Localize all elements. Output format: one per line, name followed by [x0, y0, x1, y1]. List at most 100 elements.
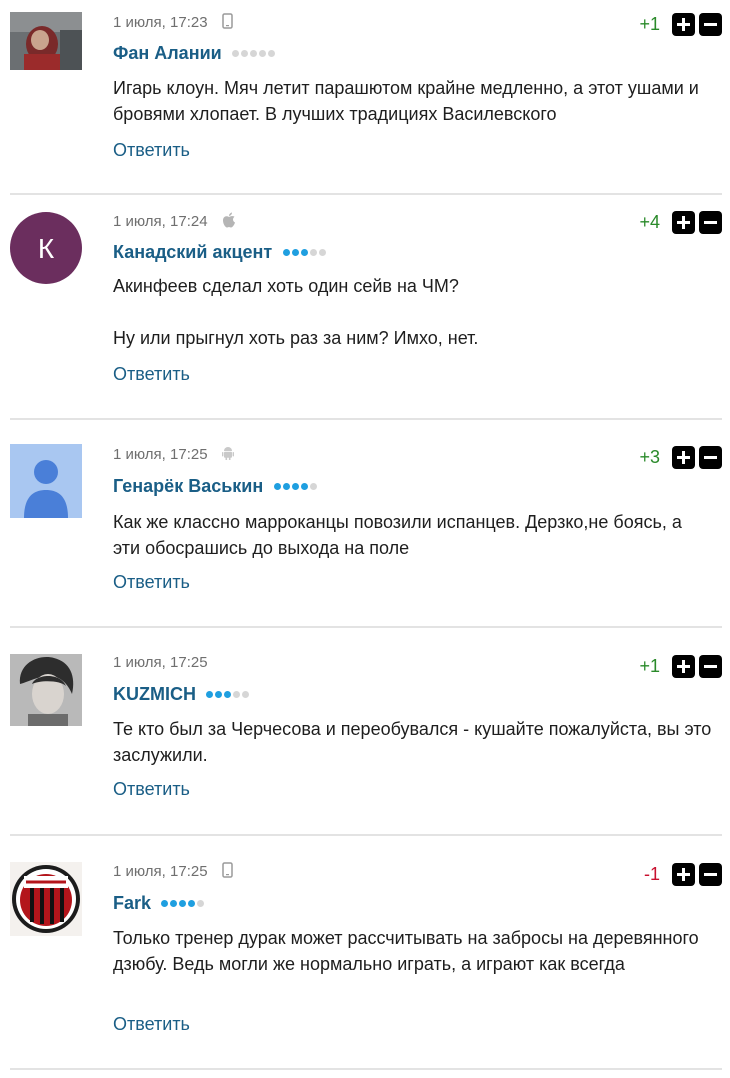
- vote-controls: +3: [639, 445, 722, 469]
- author-name[interactable]: Fark: [113, 893, 151, 913]
- author-rating: [206, 685, 251, 703]
- author-rating: [232, 44, 277, 62]
- comment-paragraph: Только тренер дурак может рассчитывать н…: [113, 928, 699, 974]
- rating-dot: [215, 691, 223, 698]
- rating-dot: [161, 900, 169, 907]
- avatar[interactable]: [10, 444, 82, 518]
- rating-dot: [273, 483, 281, 490]
- upvote-button[interactable]: [672, 210, 695, 234]
- vote-controls: +1: [639, 654, 722, 678]
- comment-divider: [10, 626, 722, 628]
- avatar[interactable]: [10, 654, 82, 726]
- comment-date-text: 1 июля, 17:25: [113, 446, 208, 463]
- vote-score: -1: [643, 863, 660, 884]
- author-name[interactable]: Канадский акцент: [113, 242, 272, 262]
- reply-link[interactable]: Ответить: [113, 1014, 190, 1035]
- comment-date-text: 1 июля, 17:23: [113, 14, 208, 31]
- rating-dot: [179, 900, 187, 907]
- vote-controls: -1: [644, 862, 722, 886]
- vote-score: +1: [639, 13, 660, 34]
- comment-paragraph: Как же классно марроканцы повозили испан…: [113, 512, 682, 558]
- author-name[interactable]: Генарёк Васькин: [113, 476, 263, 496]
- comment-paragraph: Игарь клоун. Мяч летит парашютом крайне …: [113, 78, 699, 124]
- comment-date: 1 июля, 17:25: [113, 862, 233, 882]
- rating-dot: [300, 249, 308, 256]
- comment-text: Игарь клоун. Мяч летит парашютом крайне …: [113, 75, 713, 127]
- avatar-letter: К: [38, 233, 55, 264]
- author-line: Фан Алании: [113, 43, 277, 64]
- comment-date-text: 1 июля, 17:25: [113, 863, 208, 880]
- author-line: KUZMICH: [113, 684, 251, 705]
- author-rating: [273, 477, 319, 495]
- rating-dot: [242, 691, 250, 698]
- rating-dot: [282, 483, 290, 490]
- author-line: Fark: [113, 893, 206, 914]
- rating-dot: [309, 483, 317, 490]
- comment-paragraph: Ну или прыгнул хоть раз за ним? Имхо, не…: [113, 328, 479, 348]
- comment-date-text: 1 июля, 17:24: [113, 213, 208, 230]
- upvote-button[interactable]: [672, 12, 695, 36]
- vote-score: +3: [639, 446, 660, 467]
- downvote-button[interactable]: [699, 210, 722, 234]
- upvote-button[interactable]: [672, 654, 695, 678]
- comment-date-text: 1 июля, 17:25: [113, 654, 208, 671]
- author-line: Генарёк Васькин: [113, 476, 319, 497]
- reply-link[interactable]: Ответить: [113, 572, 190, 593]
- rating-dot: [197, 900, 205, 907]
- rating-dot: [282, 249, 290, 256]
- rating-dot: [170, 900, 178, 907]
- rating-dot: [224, 691, 232, 698]
- comment-divider: [10, 1068, 722, 1070]
- comment-text: Как же классно марроканцы повозили испан…: [113, 509, 713, 561]
- downvote-button[interactable]: [699, 12, 722, 36]
- upvote-button[interactable]: [672, 445, 695, 469]
- rating-dot: [232, 50, 240, 57]
- android-icon: [221, 445, 234, 465]
- author-line: Канадский акцент: [113, 242, 328, 263]
- author-rating: [282, 243, 328, 261]
- avatar[interactable]: К: [10, 212, 82, 284]
- comment-date: 1 июля, 17:23: [113, 13, 233, 33]
- rating-dot: [250, 50, 258, 57]
- rating-dot: [233, 691, 241, 698]
- reply-link[interactable]: Ответить: [113, 779, 190, 800]
- rating-dot: [206, 691, 214, 698]
- comment-text: Только тренер дурак может рассчитывать н…: [113, 925, 713, 977]
- rating-dot: [241, 50, 249, 57]
- apple-icon: [222, 212, 236, 232]
- reply-link[interactable]: Ответить: [113, 140, 190, 161]
- comment-date: 1 июля, 17:25: [113, 445, 234, 465]
- avatar[interactable]: [10, 12, 82, 70]
- comment-paragraph: Акинфеев сделал хоть один сейв на ЧМ?: [113, 276, 459, 296]
- rating-dot: [318, 249, 326, 256]
- upvote-button[interactable]: [672, 862, 695, 886]
- downvote-button[interactable]: [699, 862, 722, 886]
- comment-divider: [10, 193, 722, 195]
- reply-link[interactable]: Ответить: [113, 364, 190, 385]
- downvote-button[interactable]: [699, 445, 722, 469]
- rating-dot: [188, 900, 196, 907]
- rating-dot: [309, 249, 317, 256]
- vote-controls: +1: [639, 12, 722, 36]
- rating-dot: [300, 483, 308, 490]
- author-name[interactable]: Фан Алании: [113, 43, 222, 63]
- comment-divider: [10, 418, 722, 420]
- comment-paragraph: Те кто был за Черчесова и переобувался -…: [113, 719, 712, 765]
- mobile-icon: [221, 862, 233, 882]
- author-name[interactable]: KUZMICH: [113, 684, 196, 704]
- vote-controls: +4: [639, 210, 722, 234]
- rating-dot: [291, 483, 299, 490]
- comment-divider: [10, 834, 722, 836]
- comment-text: Акинфеев сделал хоть один сейв на ЧМ? Ну…: [113, 273, 713, 351]
- vote-score: +4: [639, 211, 660, 232]
- downvote-button[interactable]: [699, 654, 722, 678]
- author-rating: [161, 894, 206, 912]
- vote-score: +1: [639, 655, 660, 676]
- mobile-icon: [221, 13, 233, 33]
- comment-text: Те кто был за Черчесова и переобувался -…: [113, 716, 713, 768]
- comment-date: 1 июля, 17:24: [113, 212, 236, 232]
- rating-dot: [259, 50, 267, 57]
- rating-dot: [291, 249, 299, 256]
- rating-dot: [268, 50, 276, 57]
- avatar[interactable]: [10, 862, 82, 936]
